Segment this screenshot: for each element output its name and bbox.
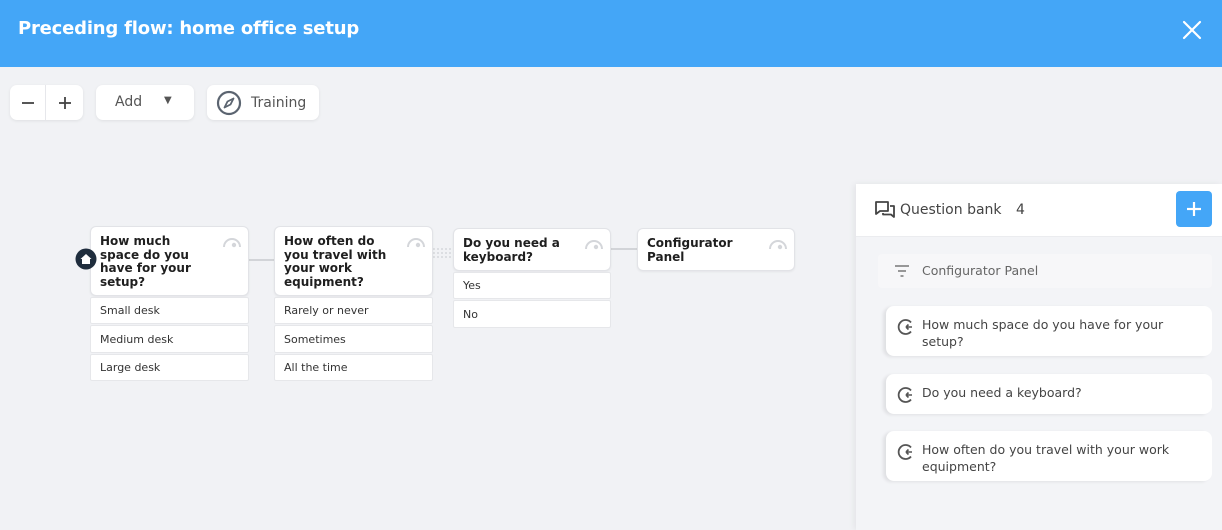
question-bank-item[interactable]: Do you need a keyboard? — [886, 374, 1212, 414]
question-bank-panel: Question bank 4 Configurator Panel How m… — [856, 184, 1222, 530]
node-option[interactable]: Rarely or never — [274, 297, 433, 324]
question-bank-item-label: Do you need a keyboard? — [922, 385, 1082, 400]
signal-icon — [223, 238, 241, 248]
plus-icon — [1187, 202, 1201, 216]
node-option[interactable]: All the time — [274, 354, 433, 381]
close-button[interactable] — [1176, 14, 1208, 46]
reuse-question-icon — [897, 319, 912, 335]
node-option[interactable]: Sometimes — [274, 325, 433, 353]
flow-node-travel[interactable]: How often do you travel with your work e… — [274, 226, 433, 296]
node-option[interactable]: No — [453, 300, 611, 328]
filter-icon — [895, 265, 909, 277]
node-option[interactable]: Large desk — [90, 354, 249, 381]
flow-node-space[interactable]: How much space do you have for your setu… — [90, 226, 249, 296]
reuse-question-icon — [897, 444, 912, 460]
question-bank-item[interactable]: How often do you travel with your work e… — [886, 431, 1212, 481]
chat-bubbles-icon — [875, 201, 895, 218]
filter-label: Configurator Panel — [922, 263, 1039, 278]
question-bank-filter[interactable]: Configurator Panel — [878, 254, 1212, 288]
question-bank-item-label: How much space do you have for your setu… — [922, 317, 1164, 349]
signal-icon — [769, 240, 787, 250]
node-title: How much space do you have for your setu… — [100, 234, 191, 289]
node-title: Configurator Panel — [647, 236, 733, 264]
question-bank-item-label: How often do you travel with your work e… — [922, 442, 1170, 474]
node-title: How often do you travel with your work e… — [284, 234, 387, 289]
close-icon — [1182, 20, 1202, 40]
question-bank-title: Question bank — [900, 202, 1002, 218]
question-bank-header: Question bank 4 — [856, 184, 1222, 237]
node-option[interactable]: Yes — [453, 272, 611, 299]
node-option[interactable]: Medium desk — [90, 325, 249, 353]
node-option[interactable]: Small desk — [90, 297, 249, 324]
reuse-question-icon — [897, 387, 912, 403]
add-question-button[interactable] — [1176, 191, 1212, 227]
node-title: Do you need a keyboard? — [463, 236, 560, 264]
signal-icon — [585, 240, 603, 250]
flow-node-keyboard[interactable]: Do you need a keyboard? — [453, 228, 611, 271]
question-bank-count: 4 — [1016, 202, 1025, 218]
question-bank-item[interactable]: How much space do you have for your setu… — [886, 306, 1212, 356]
signal-icon — [407, 238, 425, 248]
flow-node-configurator[interactable]: Configurator Panel — [637, 228, 795, 271]
home-icon — [75, 248, 97, 270]
